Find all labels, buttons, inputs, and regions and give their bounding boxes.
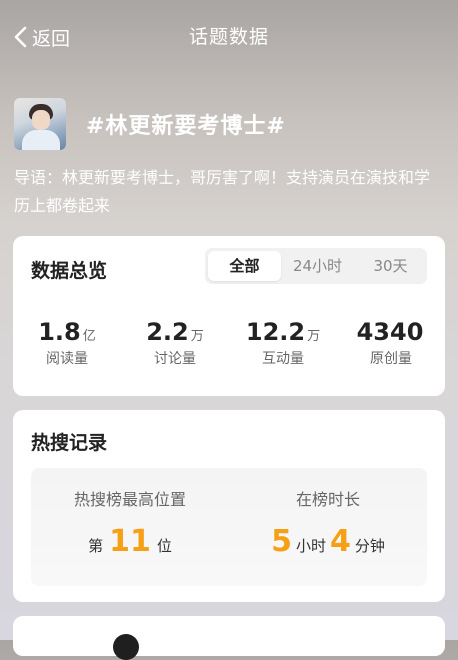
topic-intro: 导语：林更新要考博士，哥厉害了啊！支持演员在演技和学历上都卷起来 [14, 168, 431, 215]
time-range-tabs: 全部 24小时 30天 [205, 248, 427, 284]
hot-search-card: 热搜记录 热搜榜最高位置 第 11 位 在榜时长 5 小时 4 分钟 [13, 410, 445, 646]
stat-label: 讨论量 [154, 351, 196, 367]
stat-unit: 万 [190, 329, 204, 344]
stat-unit: 万 [307, 329, 321, 344]
topic-header: #林更新要考博士# [14, 98, 286, 150]
peak-prefix: 第 [88, 537, 104, 555]
stat-value: 4340 [356, 318, 424, 346]
nav-bar: 返回 话题数据 [0, 0, 458, 72]
minutes-unit: 分钟 [354, 537, 385, 555]
overview-card: 数据总览 全部 24小时 30天 1.8 亿 阅读量 2.2 万 讨论量 12.2 万… [13, 236, 445, 396]
stat-label: 原创量 [370, 351, 412, 367]
hours-unit: 小时 [295, 537, 326, 555]
duration-hours: 5 [271, 524, 292, 559]
stat-value: 12.2 [245, 318, 306, 346]
duration-label: 在榜时长 [295, 490, 360, 509]
stat-value: 1.8 [38, 318, 81, 346]
next-card-icon [113, 634, 139, 660]
topic-title: #林更新要考博士# [86, 114, 286, 139]
peak-position: 热搜榜最高位置 第 11 位 [31, 486, 229, 559]
peak-label: 热搜榜最高位置 [73, 490, 186, 509]
stat-interaction: 12.2 万 互动量 [229, 318, 337, 368]
stat-read: 1.8 亿 阅读量 [13, 318, 121, 368]
stats-row: 1.8 亿 阅读量 2.2 万 讨论量 12.2 万 互动量 4340 原创量 [13, 318, 445, 368]
next-card [13, 616, 445, 660]
page-title: 话题数据 [188, 26, 269, 48]
tab-30d[interactable]: 30天 [354, 251, 427, 281]
stat-value: 2.2 [146, 318, 189, 346]
stat-label: 互动量 [262, 351, 304, 367]
topic-avatar[interactable] [14, 98, 66, 150]
stat-label: 阅读量 [46, 351, 88, 367]
tab-all[interactable]: 全部 [208, 251, 281, 281]
tab-24h[interactable]: 24小时 [281, 251, 354, 281]
stat-original: 4340 原创量 [337, 318, 445, 368]
stat-unit: 亿 [82, 329, 96, 344]
duration-minutes: 4 [330, 524, 351, 559]
overview-title: 数据总览 [31, 260, 108, 282]
hot-search-title: 热搜记录 [31, 432, 108, 454]
on-list-duration: 在榜时长 5 小时 4 分钟 [229, 486, 427, 559]
peak-value: 11 [109, 524, 151, 559]
hot-search-panel: 热搜榜最高位置 第 11 位 在榜时长 5 小时 4 分钟 [31, 468, 427, 646]
stat-discussion: 2.2 万 讨论量 [121, 318, 229, 368]
peak-suffix: 位 [156, 537, 172, 555]
